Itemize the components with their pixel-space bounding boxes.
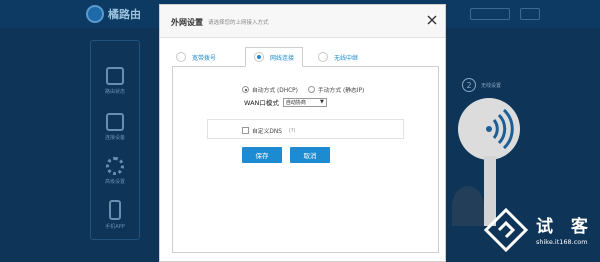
watermark: 试 客 shike.it168.com (480, 206, 600, 262)
step-number: 2 (462, 78, 476, 92)
app-name: 橘路由 (108, 8, 141, 21)
dialog-header: 外网设置 请选择您的上网接入方式 (160, 5, 445, 38)
sidebar-item-phone-app: 手机APP (91, 193, 139, 237)
gear-icon (106, 157, 124, 175)
radio-icon[interactable] (254, 52, 264, 62)
wan-mode-row: WAN口模式 自动协商 ▼ (244, 97, 327, 107)
wan-mode-label: WAN口模式 (244, 99, 279, 107)
custom-dns-row: 自定义DNS (?) (242, 126, 295, 135)
sidebar-item-label: 路由状态 (104, 89, 125, 95)
devices-icon (106, 113, 124, 131)
router-status-icon (106, 67, 124, 85)
save-button[interactable]: 保存 (242, 147, 282, 163)
watermark-text: 试 客 (536, 217, 594, 237)
tab-label: 宽带拨号 (192, 54, 217, 62)
watermark-url: shike.it168.com (536, 238, 588, 246)
dialog-title: 外网设置 (171, 18, 203, 27)
dialog-subtitle: 请选择您的上网接入方式 (208, 20, 269, 26)
sidebar-item-label: 手机APP (105, 224, 125, 230)
wan-mode-value: 自动协商 (285, 99, 306, 106)
header-control (470, 8, 510, 20)
help-icon[interactable]: (?) (289, 128, 296, 134)
radio-icon[interactable] (318, 52, 328, 62)
sidebar-item-router-status: 路由状态 (91, 59, 139, 103)
app-logo: 橘路由 (86, 4, 156, 24)
sidebar-item-label: 连接设备 (104, 135, 125, 141)
watermark-logo-icon (484, 208, 528, 252)
phone-icon (109, 200, 121, 220)
close-icon[interactable] (425, 13, 439, 27)
tab-label: 无线中继 (334, 54, 359, 62)
tab-cable[interactable]: 网线连接 (245, 47, 304, 67)
sidebar-item-devices: 连接设备 (91, 105, 139, 149)
sidebar: 路由状态 连接设备 高级设置 手机APP (90, 40, 140, 240)
manual-static-label[interactable]: 手动方式 (静态IP) (318, 85, 364, 94)
header-control-small (520, 8, 540, 20)
router-illustration (458, 98, 520, 160)
ip-mode-group: 自动方式 (DHCP) 手动方式 (静态IP) (242, 85, 364, 94)
auto-dhcp-label[interactable]: 自动方式 (DHCP) (252, 85, 298, 94)
dns-section (207, 119, 404, 139)
custom-dns-checkbox[interactable] (242, 127, 249, 134)
auto-dhcp-radio[interactable] (242, 86, 249, 93)
logo-icon (86, 5, 104, 23)
sidebar-item-advanced: 高级设置 (91, 149, 139, 193)
wan-settings-dialog: 外网设置 请选择您的上网接入方式 宽带拨号 网线连接 无线中继 自动方式 (DH… (159, 4, 446, 262)
tab-label: 网线连接 (270, 54, 295, 62)
connection-type-tabs: 宽带拨号 网线连接 无线中继 (172, 47, 437, 67)
radio-icon[interactable] (176, 52, 186, 62)
step-label: 无线设置 (481, 82, 502, 89)
tab-wireless-repeater[interactable]: 无线中继 (318, 47, 358, 67)
wifi-icon (486, 108, 514, 150)
wan-mode-select[interactable]: 自动协商 ▼ (282, 97, 327, 107)
tab-pppoe[interactable]: 宽带拨号 (176, 47, 216, 67)
manual-static-radio[interactable] (307, 86, 315, 93)
custom-dns-label[interactable]: 自定义DNS (252, 126, 282, 135)
cancel-button[interactable]: 取消 (290, 147, 330, 163)
sidebar-item-label: 高级设置 (104, 179, 125, 185)
chevron-down-icon: ▼ (320, 99, 324, 105)
wizard-step: 2 无线设置 (462, 78, 501, 92)
